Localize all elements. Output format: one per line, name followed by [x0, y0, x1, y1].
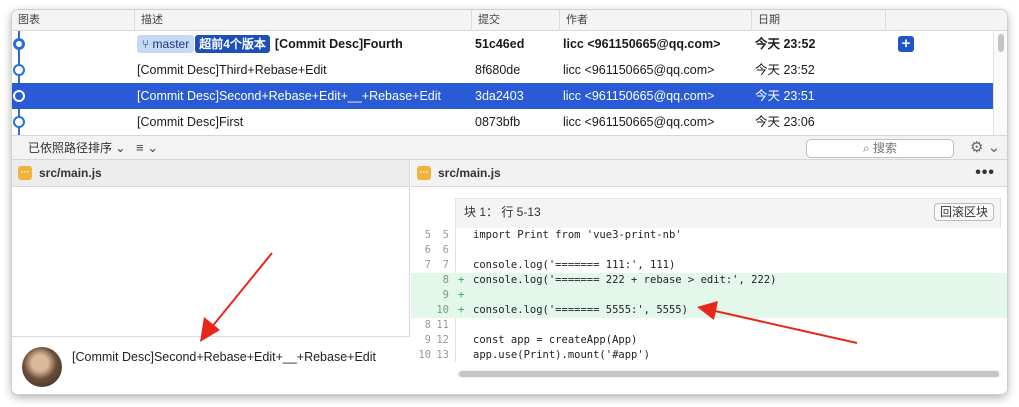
annotation-arrowhead-right: [697, 301, 718, 320]
annotation-arrow-left: [210, 252, 273, 329]
annotation-arrows: [200, 252, 858, 344]
annotation-arrow-right: [714, 310, 858, 344]
